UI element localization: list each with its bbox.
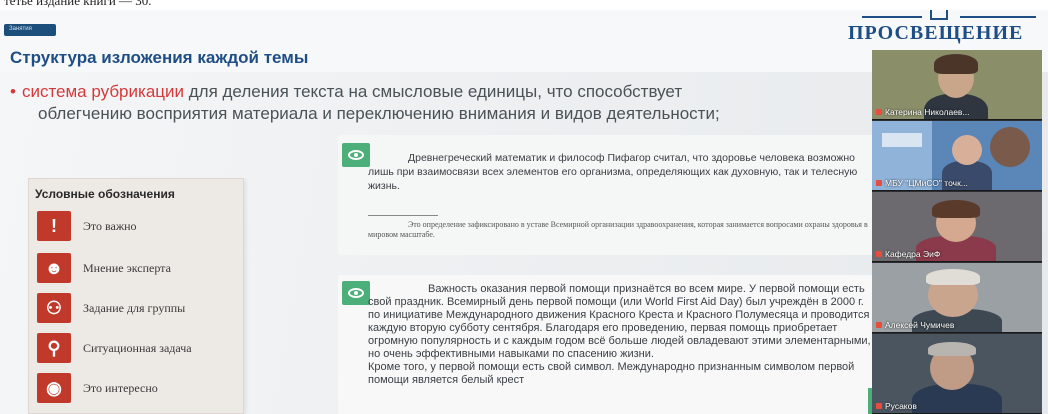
top-strip: тетье издание книги — 30. — [0, 0, 1048, 10]
footnote-divider — [368, 215, 438, 216]
legend-item-case: ⚲ Ситуационная задача — [37, 333, 242, 367]
card-text: Древнегреческий математик и философ Пифа… — [368, 152, 858, 192]
content-card-pythagoras: Древнегреческий математик и философ Пифа… — [338, 135, 882, 255]
legend-item-interesting: ◉ Это интересно — [37, 373, 242, 407]
legend-label: Это важно — [83, 219, 137, 233]
mic-muted-icon — [876, 322, 882, 328]
logo-book-icon — [930, 10, 948, 20]
participant-tile[interactable]: Алексей Чумичев — [872, 263, 1042, 333]
card-footnote: Это определение зафиксировано в уставе В… — [368, 220, 868, 239]
participant-tile[interactable]: Катерина Николаев... — [872, 50, 1042, 120]
legend-item-important: ! Это важно — [37, 211, 242, 245]
expert-icon: ☻ — [37, 253, 71, 283]
eye-icon: ◉ — [37, 373, 71, 403]
slide-title: Структура изложения каждой темы — [10, 48, 309, 67]
participant-tile[interactable]: Русаков — [872, 334, 1042, 414]
eye-icon — [342, 143, 370, 167]
bullet-text: для деления текста на смысловые единицы,… — [184, 82, 683, 101]
participant-name: Алексей Чумичев — [876, 320, 954, 330]
participant-tile[interactable]: МБУ "ЦМиСО" точк... — [872, 121, 1042, 191]
participant-name: Кафедра ЭиФ — [876, 249, 940, 259]
slide-tag: Занятия — [4, 24, 56, 36]
card-text: Важность оказания первой помощи признаёт… — [368, 283, 871, 386]
mic-muted-icon — [876, 180, 882, 186]
legend-item-expert: ☻ Мнение эксперта — [37, 253, 242, 287]
legend-label: Это интересно — [83, 381, 158, 395]
group-task-icon: ⚇ — [37, 293, 71, 323]
bullet-dot-icon: • — [10, 82, 16, 101]
legend-label: Мнение эксперта — [83, 261, 171, 275]
participant-name: Русаков — [876, 401, 917, 411]
bullet-accent: система рубрикации — [21, 82, 185, 101]
legend-item-group-task: ⚇ Задание для группы — [37, 293, 242, 327]
eye-icon — [342, 281, 370, 305]
participant-name: МБУ "ЦМиСО" точк... — [876, 178, 968, 188]
mic-muted-icon — [876, 403, 882, 409]
top-strip-text: тетье издание книги — 30. — [4, 0, 152, 8]
logo-line-right — [960, 16, 1036, 18]
card-text-continued: Кроме того, у первой помощи есть свой си… — [368, 361, 855, 386]
legend-label: Ситуационная задача — [83, 341, 192, 355]
bullet-text-line2: облегчению восприятия материала и перекл… — [38, 104, 720, 123]
exclamation-icon: ! — [37, 211, 71, 241]
content-card-first-aid: Важность оказания первой помощи признаёт… — [338, 275, 882, 414]
legend-title: Условные обозначения — [35, 187, 175, 201]
magnifier-icon: ⚲ — [37, 333, 71, 363]
participant-name: Катерина Николаев... — [876, 107, 970, 117]
legend-label: Задание для группы — [83, 301, 186, 315]
bullet-point: • система рубрикации для деления текста н… — [10, 82, 682, 102]
legend-panel: Условные обозначения ! Это важно ☻ Мнени… — [28, 178, 244, 414]
publisher-logo: ПРОСВЕЩЕНИЕ — [848, 22, 1024, 44]
mic-muted-icon — [876, 109, 882, 115]
video-participants-panel[interactable]: Катерина Николаев... МБУ "ЦМиСО" точк...… — [872, 50, 1042, 414]
participant-tile[interactable]: Кафедра ЭиФ — [872, 192, 1042, 262]
mic-muted-icon — [876, 251, 882, 257]
logo-line-left — [862, 16, 922, 18]
